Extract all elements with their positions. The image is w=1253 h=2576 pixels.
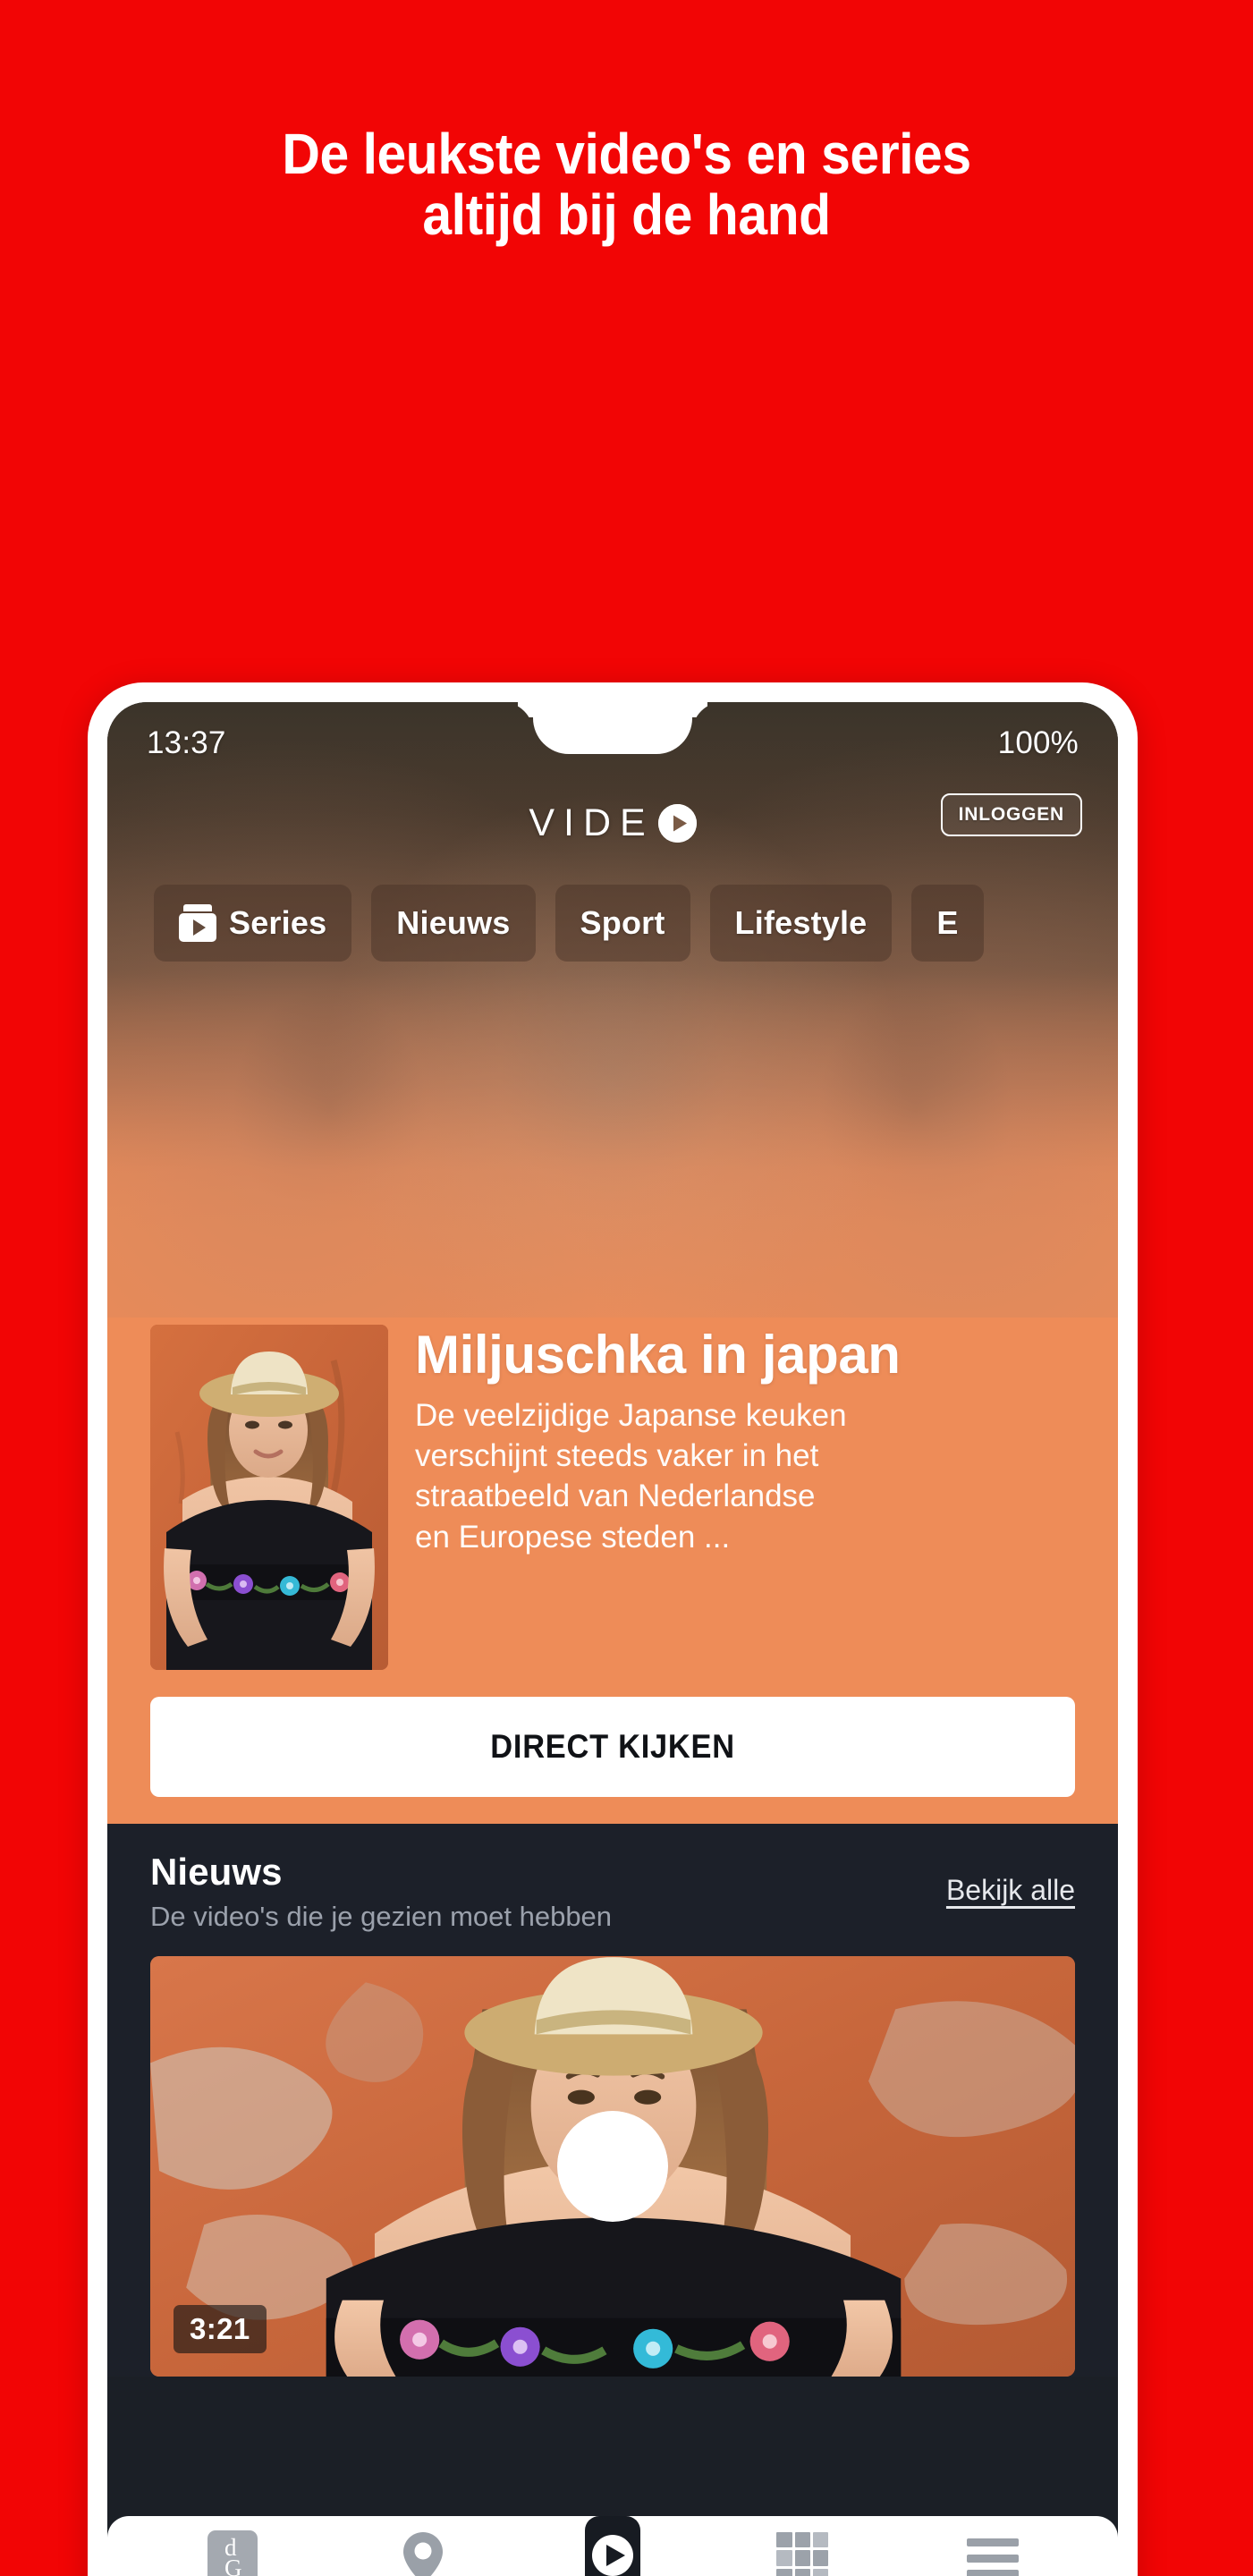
category-chip-label: Series [229, 904, 327, 941]
news-header: Nieuws De video's die je gezien moet heb… [150, 1851, 1075, 1933]
featured-title: Miljuschka in japan [415, 1325, 901, 1385]
featured-section: Miljuschka in japan De veelzijdige Japan… [107, 1318, 1118, 1824]
play-circle-icon [657, 803, 697, 843]
bekijk-alle-link[interactable]: Bekijk alle [946, 1874, 1075, 1907]
category-chip-sport[interactable]: Sport [555, 885, 690, 962]
series-film-icon [179, 904, 216, 942]
category-chip-entertainment[interactable]: E [911, 885, 984, 962]
nav-item-menu[interactable]: Menu [926, 2530, 1060, 2576]
brand-wordmark: VIDE [529, 801, 655, 844]
direct-kijken-label: DIRECT KIJKEN [490, 1728, 735, 1765]
featured-row: Miljuschka in japan De veelzijdige Japan… [150, 1318, 1075, 1670]
play-icon[interactable] [557, 2111, 668, 2222]
location-pin-icon [395, 2530, 451, 2576]
status-bar-time: 13:37 [147, 725, 226, 760]
featured-description: De veelzijdige Japanse keuken verschijnt… [415, 1398, 847, 1555]
login-button[interactable]: INLOGGEN [940, 793, 1082, 836]
category-chip-row[interactable]: Series Nieuws Sport Lifestyle E [107, 872, 1118, 962]
nav-item-regio[interactable]: Regio [356, 2530, 490, 2576]
dg-logo-icon: dG [205, 2530, 260, 2576]
promo-screenshot: De leukste video's en series altijd bij … [0, 0, 1253, 2576]
category-chip-label: Sport [580, 904, 665, 941]
app-hero: 13:37 100% VIDE INLOGGEN Series Nieuws S… [107, 702, 1118, 1318]
category-chip-nieuws[interactable]: Nieuws [371, 885, 536, 962]
video-duration-badge: 3:21 [174, 2305, 267, 2353]
video-brand-logo[interactable]: VIDE [529, 801, 697, 845]
category-chip-label: E [936, 904, 959, 941]
category-chip-label: Lifestyle [734, 904, 868, 941]
status-bar-battery: 100% [997, 725, 1079, 760]
news-section-title: Nieuws [150, 1851, 283, 1893]
puzzle-grid-icon [775, 2530, 830, 2576]
phone-screen: 13:37 100% VIDE INLOGGEN Series Nieuws S… [107, 702, 1118, 2576]
category-chip-lifestyle[interactable]: Lifestyle [709, 885, 893, 962]
featured-thumbnail[interactable] [150, 1325, 388, 1670]
phone-mockup: 13:37 100% VIDE INLOGGEN Series Nieuws S… [88, 682, 1138, 2576]
news-header-text: Nieuws De video's die je gezien moet heb… [150, 1851, 612, 1933]
direct-kijken-button[interactable]: DIRECT KIJKEN [150, 1697, 1075, 1797]
app-bar: VIDE INLOGGEN [107, 774, 1118, 872]
video-card[interactable]: 3:21 [150, 1956, 1075, 2377]
news-section-subtitle: De video's die je gezien moet hebben [150, 1901, 613, 1932]
nav-item-puzzel[interactable]: Puzzel [735, 2530, 869, 2576]
news-section: Nieuws De video's die je gezien moet heb… [107, 1824, 1118, 2377]
bottom-navigation[interactable]: dG Nieuws Regio [107, 2516, 1118, 2576]
nav-item-video[interactable] [546, 2516, 680, 2576]
video-play-icon [584, 2516, 640, 2576]
nav-item-nieuws[interactable]: dG Nieuws [165, 2530, 300, 2576]
category-chip-series[interactable]: Series [154, 885, 352, 962]
category-chip-label: Nieuws [396, 904, 511, 941]
featured-text: Miljuschka in japan De veelzijdige Japan… [415, 1325, 1075, 1670]
hamburger-menu-icon [965, 2530, 1020, 2576]
promo-headline: De leukste video's en series altijd bij … [282, 122, 971, 248]
phone-notch [533, 702, 692, 754]
